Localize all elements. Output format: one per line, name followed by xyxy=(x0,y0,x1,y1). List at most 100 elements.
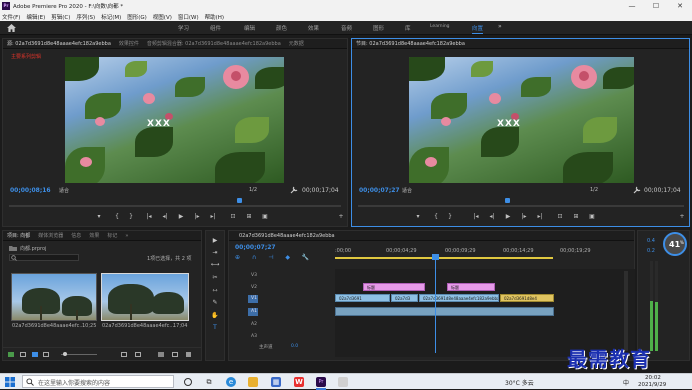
tab-source[interactable]: 源: 02a7d3691d8e48aaae4efc182a9ebba xyxy=(3,39,115,48)
source-marker-button[interactable]: ▾ xyxy=(95,213,103,220)
source-overwrite-button[interactable]: ⊞ xyxy=(245,213,253,220)
tab-sequence[interactable]: 02a7d3691d8e48aaae4efc182a9ebba xyxy=(229,231,339,240)
program-marker-button[interactable]: ▾ xyxy=(414,213,422,220)
timeline-clip-video[interactable]: 02a7d3 xyxy=(391,294,418,302)
program-add-button[interactable]: + xyxy=(678,213,686,220)
workspace-assembly[interactable]: 组件 xyxy=(210,24,221,32)
hand-tool-icon[interactable]: ✋ xyxy=(210,312,220,320)
source-insert-button[interactable]: ⊡ xyxy=(229,213,237,220)
menu-clip[interactable]: 剪辑(C) xyxy=(51,13,70,21)
workspace-learning[interactable]: 学习 xyxy=(178,24,189,32)
program-resolution-select[interactable]: 1/2 xyxy=(590,187,598,193)
find-icon[interactable] xyxy=(135,352,141,357)
program-go-to-in-button[interactable]: |◂ xyxy=(472,213,480,220)
program-step-forward-button[interactable]: |▸ xyxy=(520,213,528,220)
program-lift-button[interactable]: ⊡ xyxy=(556,213,564,220)
source-play-button[interactable]: ▶ xyxy=(177,213,185,220)
menu-view[interactable]: 视图(V) xyxy=(153,13,172,21)
list-view-icon[interactable] xyxy=(20,352,26,357)
tab-info[interactable]: 信息 xyxy=(67,231,85,240)
store-icon[interactable]: ▦ xyxy=(271,377,281,387)
timeline-playhead[interactable] xyxy=(432,254,439,260)
source-mark-out-button[interactable]: } xyxy=(127,213,135,220)
project-item-thumbnail[interactable] xyxy=(101,273,189,321)
maximize-button[interactable]: ☐ xyxy=(644,0,668,12)
timeline-clip-video[interactable]: 02a7d3691 xyxy=(335,294,390,302)
workspace-learning-en[interactable]: Learning xyxy=(430,24,450,29)
program-mark-in-button[interactable]: { xyxy=(432,213,440,220)
work-area-bar[interactable] xyxy=(335,257,553,259)
project-item-name[interactable]: 02a7d3691d8e48aaae4efc... xyxy=(12,323,84,329)
task-view-icon[interactable]: ⧉ xyxy=(204,377,214,387)
source-go-to-in-button[interactable]: |◂ xyxy=(145,213,153,220)
premiere-taskbar-icon[interactable]: Pr xyxy=(316,377,326,387)
source-scrub-bar[interactable] xyxy=(9,205,341,207)
new-item-icon[interactable] xyxy=(172,352,178,357)
program-scrub-bar[interactable] xyxy=(358,205,684,207)
edge-browser-icon[interactable]: e xyxy=(226,377,236,387)
app-taskbar-icon[interactable] xyxy=(338,377,348,387)
zoom-slider-handle[interactable] xyxy=(63,352,67,356)
tab-effect-controls[interactable]: 效果控件 xyxy=(115,39,143,48)
minimize-button[interactable]: — xyxy=(620,0,644,12)
slip-tool-icon[interactable]: ⇿ xyxy=(210,287,220,295)
home-icon[interactable] xyxy=(7,24,16,32)
project-item-name[interactable]: 02a7d3691d8e48aaae4efc... xyxy=(102,323,174,329)
workspace-libraries[interactable]: 库 xyxy=(405,24,411,32)
source-mark-in-button[interactable]: { xyxy=(113,213,121,220)
taskbar-weather[interactable]: 30°C 多云 xyxy=(505,378,534,387)
type-tool-icon[interactable]: T xyxy=(210,324,220,332)
menu-help[interactable]: 帮助(H) xyxy=(205,13,224,21)
menu-marker[interactable]: 标记(M) xyxy=(101,13,121,21)
tab-media-browser[interactable]: 媒体浏览器 xyxy=(34,231,67,240)
workspace-editing[interactable]: 编辑 xyxy=(244,24,255,32)
file-explorer-icon[interactable] xyxy=(248,377,258,387)
cortana-icon[interactable] xyxy=(184,378,192,386)
wrench-icon[interactable] xyxy=(633,186,641,194)
timeline-timecode[interactable]: 00;00;07;27 xyxy=(235,244,276,251)
tab-project[interactable]: 项目: 向都 xyxy=(3,231,34,240)
workspaces-more-button[interactable]: » xyxy=(498,23,502,30)
writable-icon[interactable] xyxy=(8,352,14,357)
taskbar-time[interactable]: 20:02 xyxy=(645,375,661,381)
workspace-graphics[interactable]: 图形 xyxy=(373,24,384,32)
program-go-to-out-button[interactable]: ▸| xyxy=(536,213,544,220)
timeline-clip-video[interactable]: 02a7d3691d8e4 xyxy=(500,294,554,302)
program-fit-select[interactable]: 适合 xyxy=(402,187,412,194)
taskbar-search-input[interactable]: 在这里输入你要搜索的内容 xyxy=(22,375,174,388)
project-search-input[interactable] xyxy=(9,254,79,261)
timeline-clip-title[interactable]: 标题 xyxy=(447,283,495,291)
source-playhead[interactable] xyxy=(237,198,242,203)
timeline-clip-title[interactable]: 标题 xyxy=(363,283,425,291)
source-step-back-button[interactable]: ◂| xyxy=(161,213,169,220)
windows-start-icon[interactable] xyxy=(5,377,15,387)
program-mark-out-button[interactable]: } xyxy=(446,213,454,220)
menu-edit[interactable]: 编辑(E) xyxy=(26,13,45,21)
program-export-frame-button[interactable]: ▣ xyxy=(588,213,596,220)
pen-tool-icon[interactable]: ✎ xyxy=(210,299,220,307)
tab-effects[interactable]: 效果 xyxy=(85,231,103,240)
wrench-icon[interactable] xyxy=(290,186,298,194)
menu-sequence[interactable]: 序列(S) xyxy=(76,13,95,21)
program-play-button[interactable]: ▶ xyxy=(504,213,512,220)
close-button[interactable]: ✕ xyxy=(668,0,692,12)
source-go-to-out-button[interactable]: ▸| xyxy=(209,213,217,220)
timeline-clip-audio[interactable] xyxy=(335,307,554,316)
source-add-button[interactable]: + xyxy=(337,213,345,220)
timeline-toolbar-icons[interactable]: ⊕ ∩ ⊣ ◆ 🔧 xyxy=(235,254,335,262)
source-export-frame-button[interactable]: ▣ xyxy=(261,213,269,220)
source-step-forward-button[interactable]: |▸ xyxy=(193,213,201,220)
menu-window[interactable]: 窗口(W) xyxy=(178,13,199,21)
new-bin-icon[interactable] xyxy=(158,352,164,357)
selection-tool-icon[interactable]: ▶ xyxy=(210,237,220,245)
menu-graphics[interactable]: 图形(G) xyxy=(127,13,147,21)
program-extract-button[interactable]: ⊞ xyxy=(572,213,580,220)
timeline-clip-video[interactable]: 02a7d3691d8e48aaae4efc182a9ebba xyxy=(419,294,499,302)
wps-icon[interactable]: W xyxy=(294,377,304,387)
project-item-thumbnail[interactable] xyxy=(11,273,97,321)
tab-markers[interactable]: 标记 xyxy=(103,231,121,240)
source-timecode[interactable]: 00;00;08;16 xyxy=(10,187,51,194)
master-track-value[interactable]: 0.0 xyxy=(291,344,298,349)
workspace-audio[interactable]: 音频 xyxy=(341,24,352,32)
tab-audio-clip-mixer[interactable]: 音频剪辑混合器: 02a7d3691d8e48aaae4efc182a9ebba xyxy=(143,39,285,48)
